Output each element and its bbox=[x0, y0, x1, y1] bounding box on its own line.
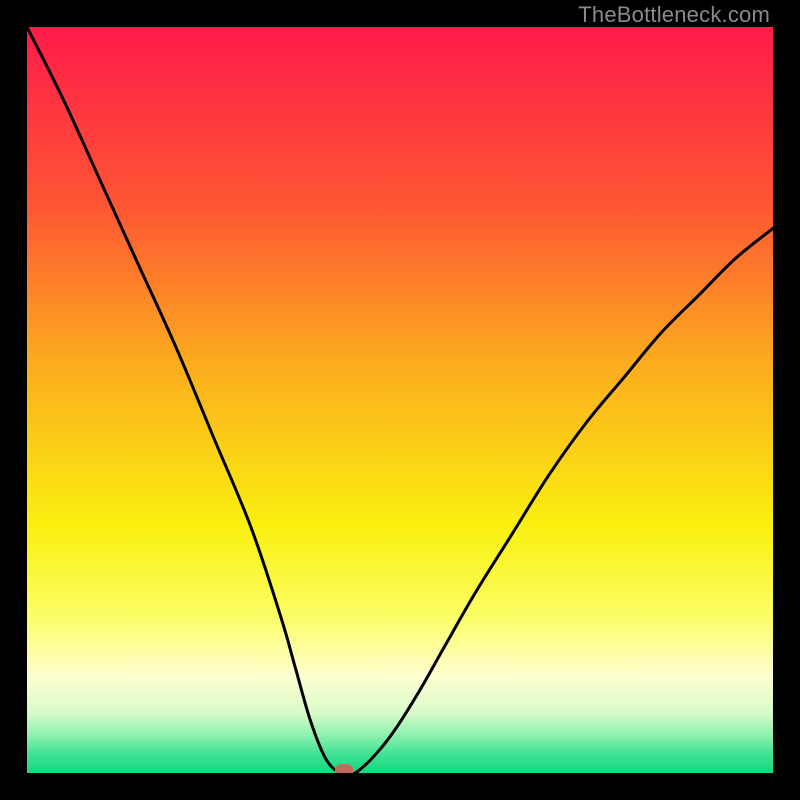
bottleneck-marker bbox=[335, 764, 353, 773]
plot-area bbox=[27, 27, 773, 773]
chart-frame: TheBottleneck.com bbox=[0, 0, 800, 800]
bottleneck-chart bbox=[27, 27, 773, 773]
watermark-text: TheBottleneck.com bbox=[578, 2, 770, 28]
gradient-background bbox=[27, 27, 773, 773]
